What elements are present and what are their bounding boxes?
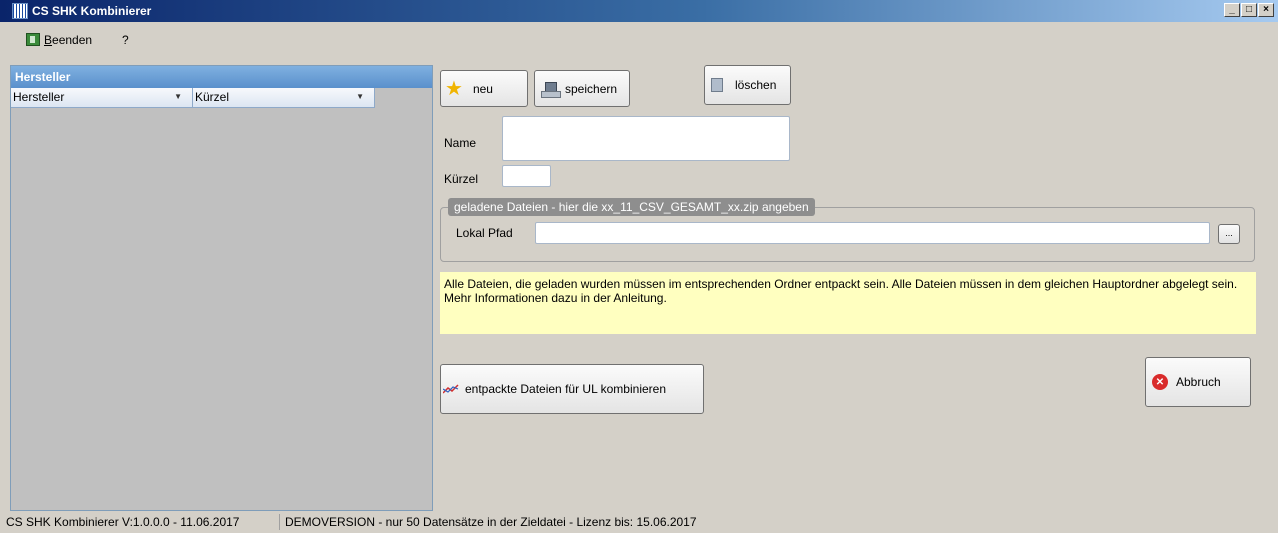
short-label: Kürzel — [444, 172, 479, 186]
menu-help[interactable]: ? — [122, 30, 129, 50]
name-label: Name — [444, 136, 477, 150]
maximize-button[interactable]: □ — [1241, 3, 1257, 17]
status-license: DEMOVERSION - nur 50 Datensätze in der Z… — [285, 515, 697, 529]
close-button[interactable]: × — [1258, 3, 1274, 17]
menu-exit[interactable]: Beenden — [26, 30, 92, 50]
local-path-field[interactable] — [535, 222, 1210, 244]
new-button[interactable]: ★ neu — [440, 70, 528, 107]
browse-button[interactable]: ... — [1218, 224, 1240, 244]
dropdown-arrow-icon: ▼ — [174, 92, 182, 101]
local-path-label: Lokal Pfad — [456, 226, 513, 240]
manufacturer-panel-header: Hersteller — [11, 66, 432, 88]
menu-bar: Beenden ? — [0, 22, 1278, 64]
minimize-button[interactable]: _ — [1224, 3, 1240, 17]
window-title: CS SHK Kombinierer — [32, 4, 152, 18]
save-button[interactable]: speichern — [534, 70, 630, 107]
status-divider — [279, 514, 280, 530]
trash-icon — [711, 78, 723, 92]
chart-icon — [443, 384, 459, 394]
cancel-icon: ✕ — [1152, 374, 1168, 390]
column-header-manufacturer[interactable]: Hersteller ▼ — [11, 88, 193, 108]
short-field[interactable] — [502, 165, 551, 187]
manufacturer-panel: Hersteller Hersteller ▼ Kürzel ▼ — [10, 65, 433, 511]
manufacturer-grid-header: Hersteller ▼ Kürzel ▼ — [11, 88, 375, 108]
combine-button[interactable]: entpackte Dateien für UL kombinieren — [440, 364, 704, 414]
app-icon — [12, 3, 28, 19]
dropdown-arrow-icon: ▼ — [356, 92, 364, 101]
star-icon: ★ — [445, 77, 463, 100]
name-field[interactable] — [502, 116, 790, 161]
delete-button[interactable]: löschen — [704, 65, 791, 105]
info-text: Alle Dateien, die geladen wurden müssen … — [440, 272, 1256, 334]
exit-icon — [26, 33, 40, 46]
loaded-files-group-title: geladene Dateien - hier die xx_11_CSV_GE… — [448, 198, 815, 216]
status-version: CS SHK Kombinierer V:1.0.0.0 - 11.06.201… — [6, 515, 240, 529]
title-bar: CS SHK Kombinierer _ □ × — [0, 0, 1278, 22]
column-header-short[interactable]: Kürzel ▼ — [193, 88, 375, 108]
save-icon — [541, 81, 561, 98]
cancel-button[interactable]: ✕ Abbruch — [1145, 357, 1251, 407]
status-bar: CS SHK Kombinierer V:1.0.0.0 - 11.06.201… — [0, 511, 1278, 533]
